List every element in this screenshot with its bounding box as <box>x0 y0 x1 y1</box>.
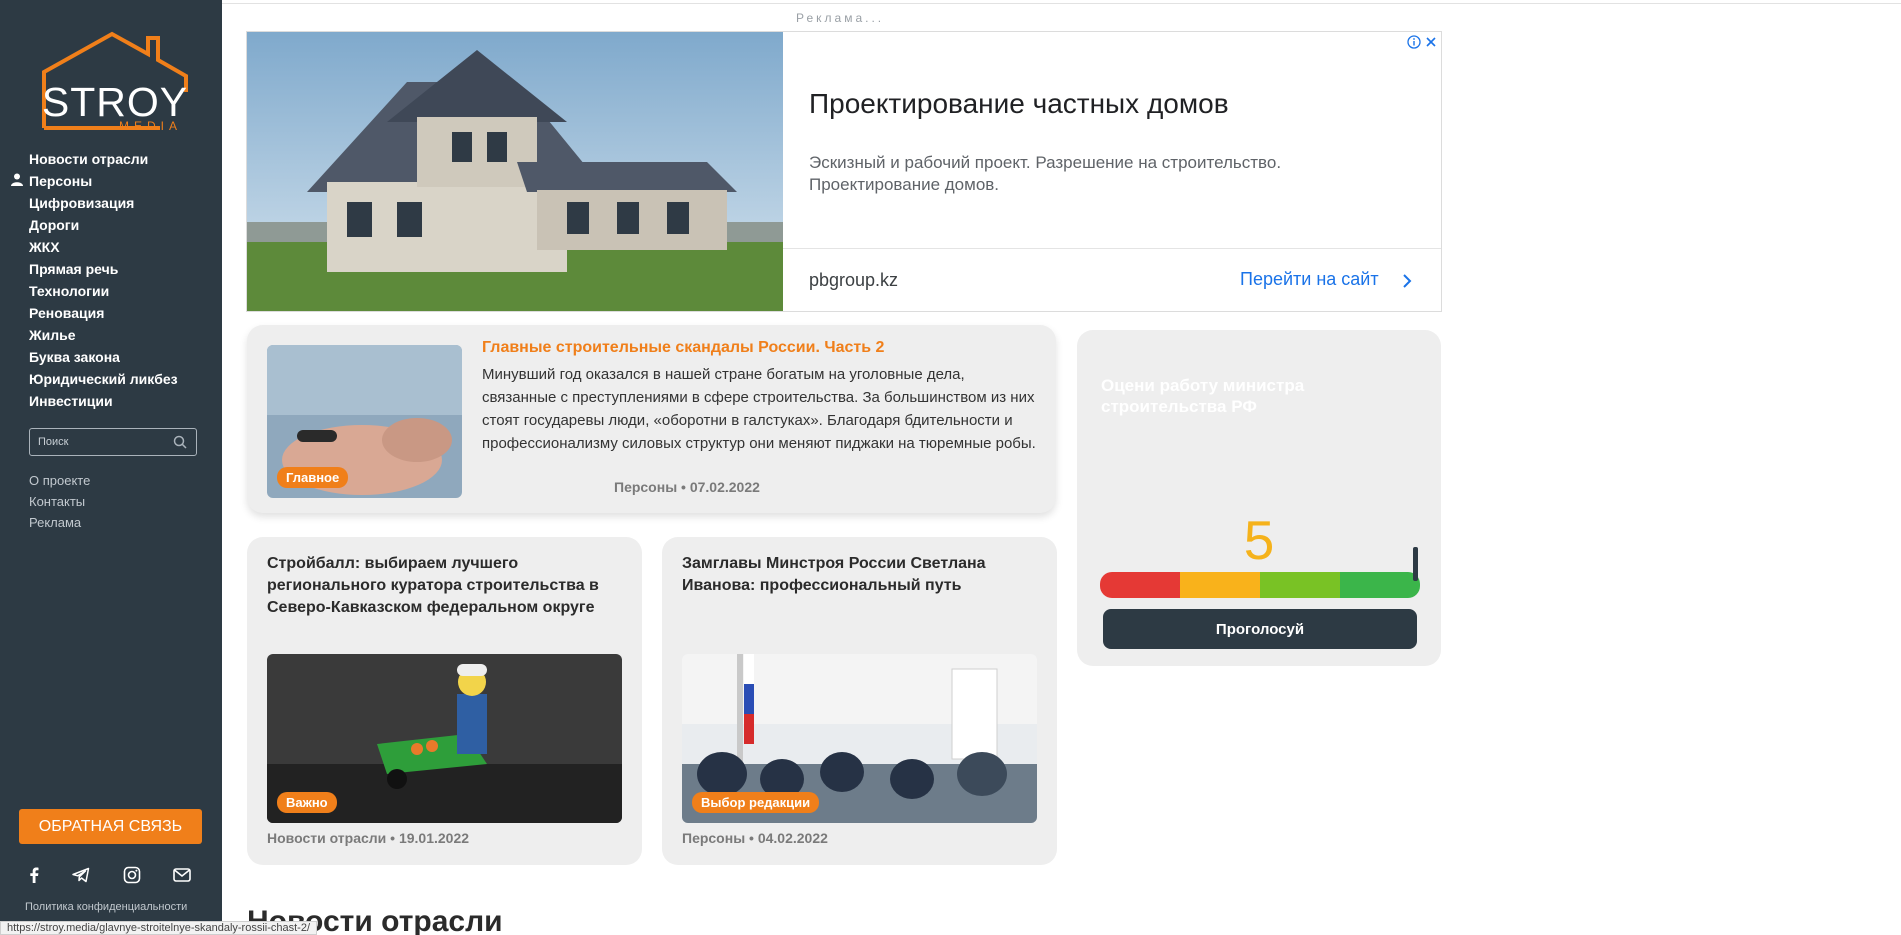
rating-segment[interactable] <box>1340 572 1420 598</box>
ad-label: Реклама... <box>796 11 885 25</box>
featured-article-excerpt: Минувший год оказался в нашей стране бог… <box>482 366 1036 452</box>
ad-title[interactable]: Проектирование частных домов <box>809 88 1229 120</box>
featured-article-meta: Персоны • 07.02.2022 <box>614 479 760 495</box>
sidebar-item-technologies[interactable]: Технологии <box>29 280 178 302</box>
vote-button[interactable]: Проголосуй <box>1103 609 1417 649</box>
article-image[interactable]: Выбор редакции <box>682 654 1037 823</box>
link-advertising[interactable]: Реклама <box>29 515 90 536</box>
ad-info-icon[interactable] <box>1407 35 1421 49</box>
featured-article-title[interactable]: Главные строительные скандалы России. Ча… <box>482 339 884 357</box>
featured-article-image[interactable]: Главное <box>267 345 462 498</box>
feedback-button[interactable]: ОБРАТНАЯ СВЯЗЬ <box>19 809 202 844</box>
search-input[interactable] <box>38 434 168 450</box>
chevron-right-icon[interactable] <box>1401 272 1413 290</box>
link-contacts[interactable]: Контакты <box>29 494 90 515</box>
mail-icon[interactable] <box>172 865 192 885</box>
sidebar-item-digitalization[interactable]: Цифровизация <box>29 192 178 214</box>
sidebar-item-renovation[interactable]: Реновация <box>29 302 178 324</box>
sidebar-item-investments[interactable]: Инвестиции <box>29 390 178 412</box>
article-meta: Персоны • 04.02.2022 <box>682 830 828 846</box>
page: STROY MEDIA Новости отрасли Персоны Цифр… <box>0 0 1901 935</box>
rating-segment[interactable] <box>1180 572 1260 598</box>
article-card[interactable]: Замглавы Минстроя России Светлана Иванов… <box>662 537 1057 865</box>
article-title[interactable]: Замглавы Минстроя России Светлана Иванов… <box>682 553 1042 597</box>
ad-domain[interactable]: pbgroup.kz <box>809 270 898 291</box>
sidebar: STROY MEDIA Новости отрасли Персоны Цифр… <box>0 0 222 935</box>
ad-house-image[interactable] <box>247 32 783 311</box>
rating-segment[interactable] <box>1260 572 1340 598</box>
rating-slider[interactable] <box>1100 572 1420 598</box>
link-about[interactable]: О проекте <box>29 473 90 494</box>
sidebar-item-industry-news[interactable]: Новости отрасли <box>29 148 178 170</box>
featured-badge: Главное <box>277 467 349 488</box>
sidebar-item-housing-utilities[interactable]: ЖКХ <box>29 236 178 258</box>
user-icon <box>11 173 23 186</box>
article-image[interactable]: Важно <box>267 654 622 823</box>
ad-close-icon[interactable] <box>1424 35 1438 49</box>
privacy-link[interactable]: Политика конфиденциальности <box>25 901 187 913</box>
sidebar-item-roads[interactable]: Дороги <box>29 214 178 236</box>
social-links <box>24 865 204 885</box>
vote-title: Оцени работу министра строительства РФ <box>1101 376 1305 416</box>
search-box <box>29 428 197 456</box>
rating-segment[interactable] <box>1100 572 1180 598</box>
ad-banner[interactable]: Проектирование частных домов Эскизный и … <box>246 31 1442 312</box>
search-icon[interactable] <box>173 435 187 449</box>
sidebar-item-legal-basics[interactable]: Юридический ликбез <box>29 368 178 390</box>
ad-visit-site-link[interactable]: Перейти на сайт <box>1240 269 1379 290</box>
logo-sub: MEDIA <box>118 119 182 133</box>
important-badge: Важно <box>277 792 337 813</box>
article-title[interactable]: Стройбалл: выбираем лучшего региональног… <box>267 553 627 619</box>
ad-divider <box>783 248 1441 249</box>
sidebar-item-housing[interactable]: Жилье <box>29 324 178 346</box>
sidebar-links: О проекте Контакты Реклама <box>29 473 90 536</box>
editors-choice-badge: Выбор редакции <box>692 792 820 813</box>
vote-widget: Оцени работу министра строительства РФ 5… <box>1077 330 1441 666</box>
facebook-icon[interactable] <box>24 865 44 885</box>
vote-value: 5 <box>1243 509 1275 571</box>
article-card[interactable]: Стройбалл: выбираем лучшего региональног… <box>247 537 642 865</box>
rating-slider-handle[interactable] <box>1413 547 1418 581</box>
sidebar-item-persons[interactable]: Персоны <box>29 170 178 192</box>
telegram-icon[interactable] <box>71 865 91 885</box>
featured-article-card[interactable]: Главное Главные строительные скандалы Ро… <box>247 325 1056 513</box>
logo[interactable]: STROY MEDIA <box>40 30 190 135</box>
article-meta: Новости отрасли • 19.01.2022 <box>267 830 470 846</box>
instagram-icon[interactable] <box>122 865 142 885</box>
top-divider <box>222 3 1901 4</box>
sidebar-nav: Новости отрасли Персоны Цифровизация Дор… <box>29 148 178 412</box>
status-bar-url: https://stroy.media/glavnye-stroitelnye-… <box>0 921 318 935</box>
sidebar-item-direct-speech[interactable]: Прямая речь <box>29 258 178 280</box>
sidebar-item-letter-of-law[interactable]: Буква закона <box>29 346 178 368</box>
ad-description: Эскизный и рабочий проект. Разрешение на… <box>809 153 1282 194</box>
